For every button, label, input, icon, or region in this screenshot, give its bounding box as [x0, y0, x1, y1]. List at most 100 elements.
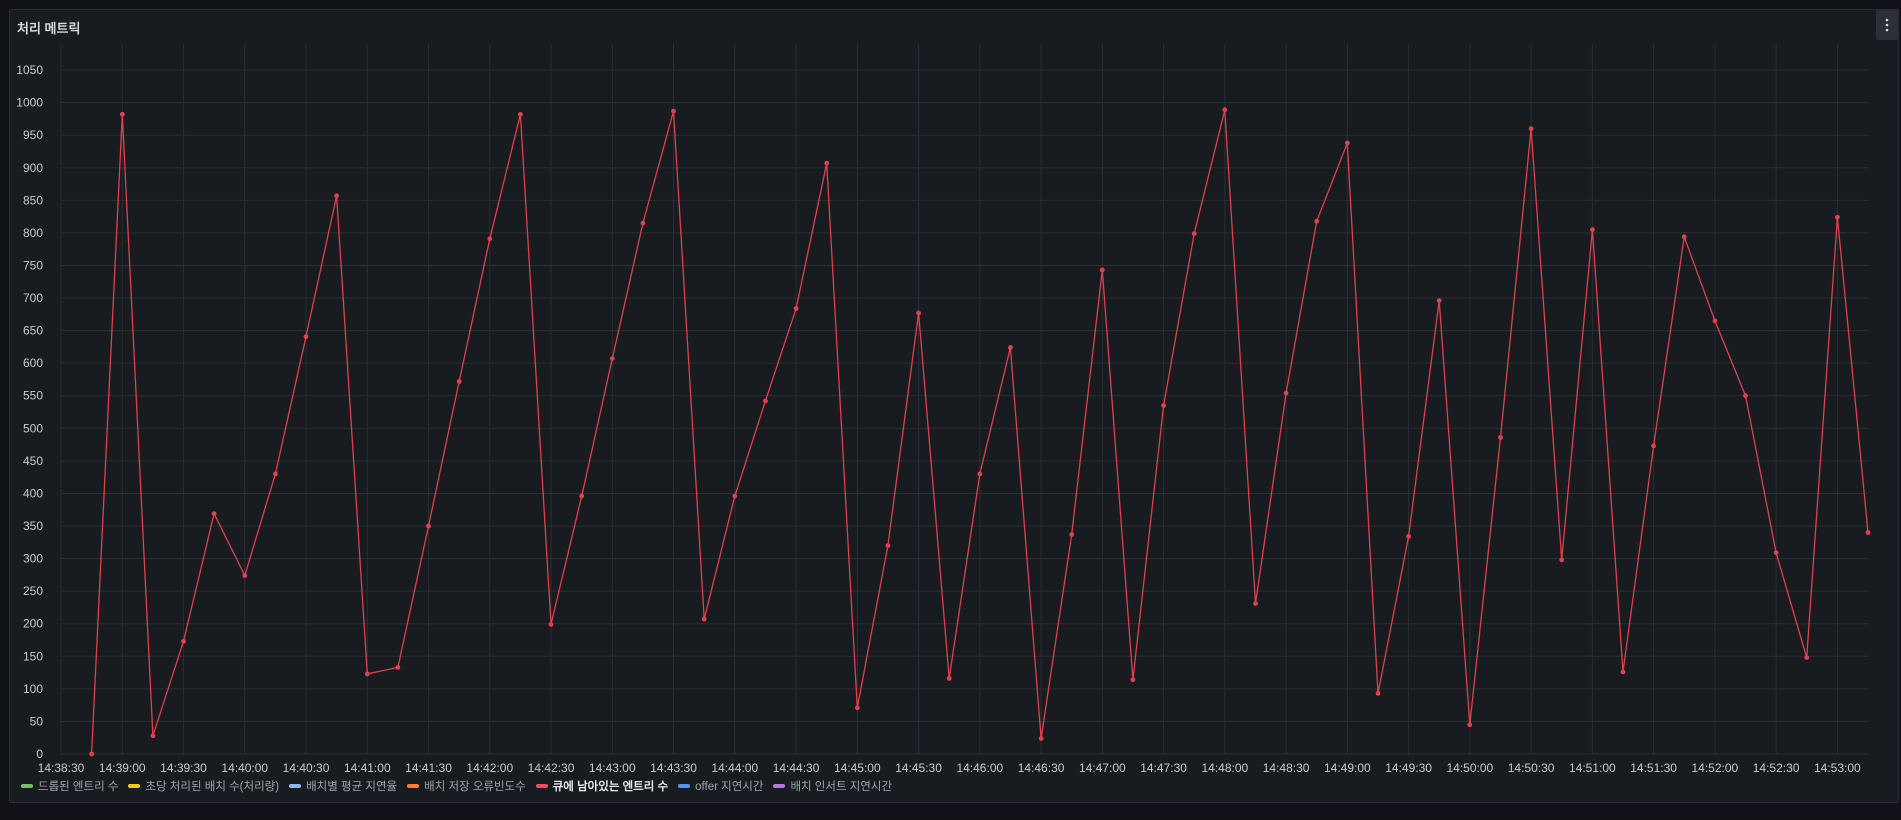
legend-label: 배치별 평균 지연율	[306, 781, 398, 793]
data-point	[426, 523, 431, 529]
legend-item[interactable]: 배치 인서트 지연시간	[773, 778, 892, 794]
data-point	[701, 616, 707, 622]
x-tick-label: 14:48:00	[1201, 761, 1248, 775]
x-tick-label: 14:41:30	[405, 761, 452, 775]
data-point	[181, 638, 186, 644]
data-point	[1222, 107, 1228, 113]
x-tick-label: 14:48:30	[1263, 761, 1310, 775]
x-tick-label: 14:49:30	[1385, 761, 1432, 775]
legend-swatch	[535, 784, 548, 788]
legend-label: 초당 처리된 배치 수(처리량)	[145, 781, 280, 793]
data-point	[763, 398, 768, 404]
x-tick-label: 14:41:00	[344, 761, 391, 775]
x-tick-label: 14:47:00	[1079, 761, 1126, 775]
data-point	[1436, 298, 1442, 303]
data-point	[395, 665, 401, 670]
y-tick-label: 1000	[16, 96, 43, 110]
data-point	[1406, 534, 1411, 539]
y-tick-label: 700	[23, 291, 43, 305]
legend-label: 배치 저장 오류빈도수	[424, 781, 526, 793]
data-point	[1773, 550, 1779, 556]
legend-swatch	[678, 784, 691, 788]
x-tick-label: 14:42:00	[466, 761, 513, 775]
data-point	[1253, 601, 1258, 606]
data-point	[1161, 403, 1166, 408]
data-point	[1038, 736, 1044, 741]
y-tick-label: 600	[23, 356, 43, 370]
legend-item[interactable]: offer 지연시간	[678, 778, 763, 794]
data-point	[1008, 345, 1013, 350]
data-point	[824, 160, 830, 166]
legend-swatch	[21, 784, 33, 788]
x-tick-label: 14:44:30	[773, 761, 820, 775]
y-tick-label: 950	[23, 128, 43, 142]
data-point	[334, 193, 339, 199]
x-tick-label: 14:40:00	[221, 761, 268, 775]
data-point	[1559, 557, 1565, 563]
y-tick-label: 750	[23, 258, 43, 272]
data-point	[211, 511, 217, 516]
x-tick-label: 14:39:00	[99, 761, 146, 775]
data-point	[1467, 722, 1473, 728]
y-tick-label: 550	[23, 389, 43, 403]
x-tick-label: 14:45:00	[834, 761, 881, 775]
data-point	[1344, 140, 1350, 146]
y-tick-label: 50	[30, 714, 44, 728]
legend-swatch	[289, 784, 302, 788]
y-tick-label: 150	[23, 649, 43, 663]
data-point	[1069, 532, 1075, 537]
data-point	[916, 310, 921, 316]
data-point	[1743, 393, 1748, 399]
data-point	[793, 306, 799, 311]
legend-label: 큐에 남아있는 엔트리 수	[552, 781, 669, 793]
chart-legend: 드롭된 엔트리 수 초당 처리된 배치 수(처리량) 배치별 평균 지연율 배치 저장…	[21, 778, 892, 794]
legend-item[interactable]: 초당 처리된 배치 수(처리량)	[128, 778, 279, 794]
x-tick-label: 14:50:30	[1508, 761, 1555, 775]
line-chart[interactable]: 0 50 100 150 200 250 300 350 400 450 500 550 600 650 7…	[0, 0, 1901, 820]
data-point	[1590, 227, 1595, 233]
y-tick-label: 500	[23, 421, 43, 435]
data-point	[1498, 435, 1503, 440]
data-point	[273, 471, 278, 477]
legend-label: offer 지연시간	[695, 781, 764, 793]
y-tick-label: 400	[23, 486, 43, 500]
y-tick-label: 850	[23, 193, 43, 207]
data-point	[1191, 231, 1197, 237]
y-tick-label: 650	[23, 324, 43, 338]
legend-item[interactable]: 배치별 평균 지연율	[289, 778, 397, 794]
data-point	[1314, 218, 1320, 224]
data-point	[732, 493, 738, 499]
y-tick-label: 350	[23, 519, 43, 533]
y-tick-label: 100	[23, 682, 43, 696]
data-point	[640, 220, 646, 226]
data-point	[1651, 443, 1656, 449]
x-tick-label: 14:50:00	[1446, 761, 1493, 775]
legend-item[interactable]: 큐에 남아있는 엔트리 수	[535, 778, 669, 794]
legend-swatch	[128, 784, 141, 788]
data-point	[946, 676, 952, 681]
data-point	[977, 471, 983, 477]
x-tick-label: 14:42:30	[528, 761, 575, 775]
data-point	[1099, 267, 1105, 273]
legend-label: 드롭된 엔트리 수	[38, 781, 119, 793]
legend-item[interactable]: 배치 저장 오류빈도수	[407, 778, 526, 794]
y-tick-label: 450	[23, 454, 43, 468]
x-tick-label: 14:51:30	[1630, 761, 1677, 775]
data-point	[1130, 677, 1136, 683]
x-tick-label: 14:52:00	[1692, 761, 1739, 775]
legend-label: 배치 인서트 지연시간	[790, 781, 893, 793]
data-point	[548, 622, 554, 627]
x-tick-label: 14:46:30	[1018, 761, 1065, 775]
data-point	[579, 493, 585, 499]
data-point	[1375, 691, 1381, 696]
x-tick-label: 14:39:30	[160, 761, 207, 775]
data-point	[609, 356, 615, 361]
legend-swatch	[773, 784, 786, 788]
y-tick-label: 200	[23, 617, 43, 631]
data-point	[854, 705, 860, 711]
y-tick-label: 900	[23, 161, 43, 175]
x-tick-label: 14:40:30	[283, 761, 330, 775]
data-point	[1865, 530, 1871, 535]
legend-item[interactable]: 드롭된 엔트리 수	[21, 778, 118, 794]
data-point	[1804, 655, 1810, 660]
